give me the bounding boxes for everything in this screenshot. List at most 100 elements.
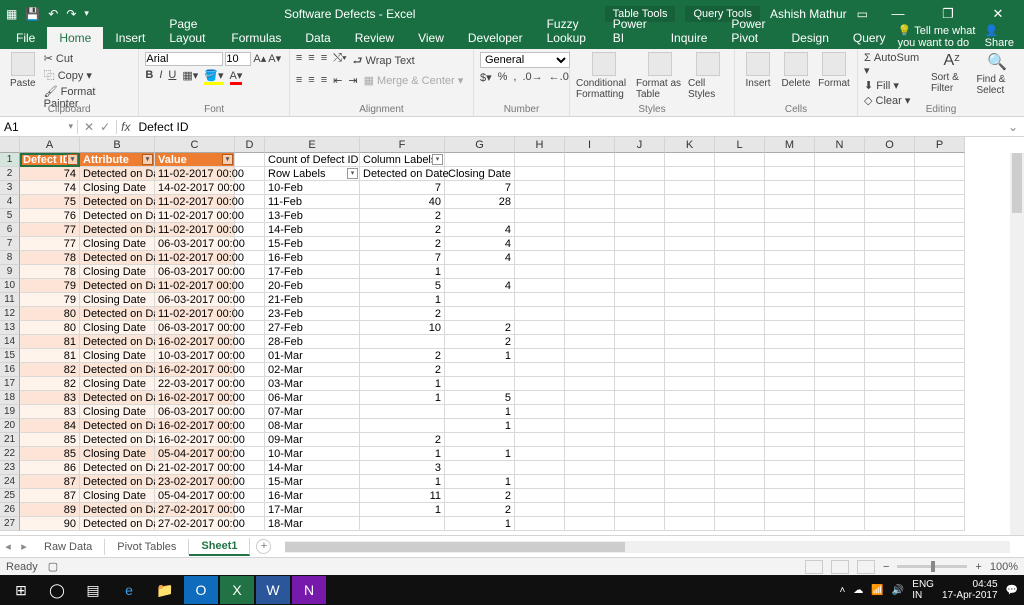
cell[interactable] [865,279,915,293]
cell[interactable] [615,405,665,419]
tab-review[interactable]: Review [343,27,406,49]
cell[interactable] [715,321,765,335]
align-middle-icon[interactable]: ≡ [308,52,314,71]
cell[interactable]: Column Labels▾ [360,153,445,167]
cell[interactable] [715,489,765,503]
cell[interactable] [865,433,915,447]
tab-developer[interactable]: Developer [456,27,535,49]
cell[interactable]: 15-Mar [265,475,360,489]
inc-decimal-icon[interactable]: .0→ [522,71,542,84]
column-header[interactable]: I [565,137,615,153]
cell[interactable]: 84 [20,419,80,433]
cell[interactable] [715,209,765,223]
cell[interactable]: 21-02-2017 00:00 [155,461,235,475]
cell[interactable] [715,419,765,433]
word-icon[interactable]: W [256,576,290,604]
cell[interactable]: 82 [20,377,80,391]
percent-icon[interactable]: % [498,71,508,84]
row-header[interactable]: 9 [0,265,20,279]
tab-view[interactable]: View [406,27,456,49]
font-color-button[interactable]: A▾ [230,69,243,85]
cell[interactable] [515,209,565,223]
cell[interactable]: 79 [20,293,80,307]
cell[interactable] [235,237,265,251]
cell[interactable] [915,237,965,251]
cell[interactable] [715,363,765,377]
cell[interactable]: 21-Feb [265,293,360,307]
cell[interactable] [665,391,715,405]
column-header[interactable]: H [515,137,565,153]
cell[interactable]: 17-Mar [265,503,360,517]
cell[interactable] [615,293,665,307]
row-header[interactable]: 6 [0,223,20,237]
cell[interactable] [515,335,565,349]
row-header[interactable]: 26 [0,503,20,517]
indent-dec-icon[interactable]: ⇤ [333,74,342,87]
cell[interactable]: 14-Feb [265,223,360,237]
cell[interactable]: 27-02-2017 00:00 [155,517,235,531]
cell[interactable] [235,167,265,181]
cell[interactable] [665,503,715,517]
cell[interactable] [765,391,815,405]
row-header[interactable]: 15 [0,349,20,363]
cell[interactable] [615,391,665,405]
cell[interactable]: Attribute▾ [80,153,155,167]
cell[interactable] [765,503,815,517]
cell[interactable]: 87 [20,489,80,503]
cell[interactable] [235,209,265,223]
column-header[interactable]: N [815,137,865,153]
cell[interactable] [235,251,265,265]
cell[interactable] [615,237,665,251]
cell[interactable] [815,209,865,223]
cell[interactable] [715,181,765,195]
network-icon[interactable]: 📶 [871,585,883,596]
cell[interactable]: 83 [20,391,80,405]
name-box[interactable]: A1▾ [0,120,78,134]
task-view-icon[interactable]: ▤ [76,576,110,604]
sheet-nav-prev[interactable]: ◂ [0,540,16,553]
cell[interactable]: Detected on Date [360,167,445,181]
cell[interactable] [815,153,865,167]
cell[interactable] [815,265,865,279]
zoom-out-button[interactable]: − [883,561,889,573]
cell[interactable]: 10-Mar [265,447,360,461]
cell[interactable]: 82 [20,363,80,377]
language-indicator[interactable]: ENGIN [912,579,934,601]
cell[interactable] [615,265,665,279]
align-top-icon[interactable]: ≡ [296,52,302,71]
cell[interactable]: 14-02-2017 00:00 [155,181,235,195]
cell[interactable]: 2 [360,363,445,377]
copy-button[interactable]: ⿻ Copy ▾ [44,67,133,83]
cell[interactable] [665,461,715,475]
cell[interactable] [615,223,665,237]
cell[interactable]: 23-Feb [265,307,360,321]
cell[interactable] [815,503,865,517]
cell-styles-button[interactable]: Cell Styles [688,52,728,100]
cell[interactable] [915,279,965,293]
cell[interactable] [565,307,615,321]
cell[interactable] [715,349,765,363]
cell[interactable]: 2 [360,237,445,251]
cell[interactable]: 2 [360,307,445,321]
cell[interactable] [765,461,815,475]
cell[interactable] [360,517,445,531]
cell[interactable] [235,475,265,489]
cell[interactable] [815,251,865,265]
cell[interactable] [235,489,265,503]
cell[interactable] [915,363,965,377]
cell[interactable] [865,153,915,167]
row-header[interactable]: 21 [0,433,20,447]
cell[interactable] [765,335,815,349]
filter-button[interactable]: ▾ [347,168,358,179]
cell[interactable] [715,307,765,321]
cell[interactable]: 22-03-2017 00:00 [155,377,235,391]
cell[interactable]: 86 [20,461,80,475]
cell[interactable]: 1 [360,503,445,517]
excel-taskbar-icon[interactable]: X [220,576,254,604]
cell[interactable] [565,167,615,181]
cell[interactable]: 11-02-2017 00:00 [155,251,235,265]
border-button[interactable]: ▦▾ [182,69,198,85]
cell[interactable] [915,489,965,503]
italic-button[interactable]: I [159,69,162,85]
cell[interactable] [915,335,965,349]
